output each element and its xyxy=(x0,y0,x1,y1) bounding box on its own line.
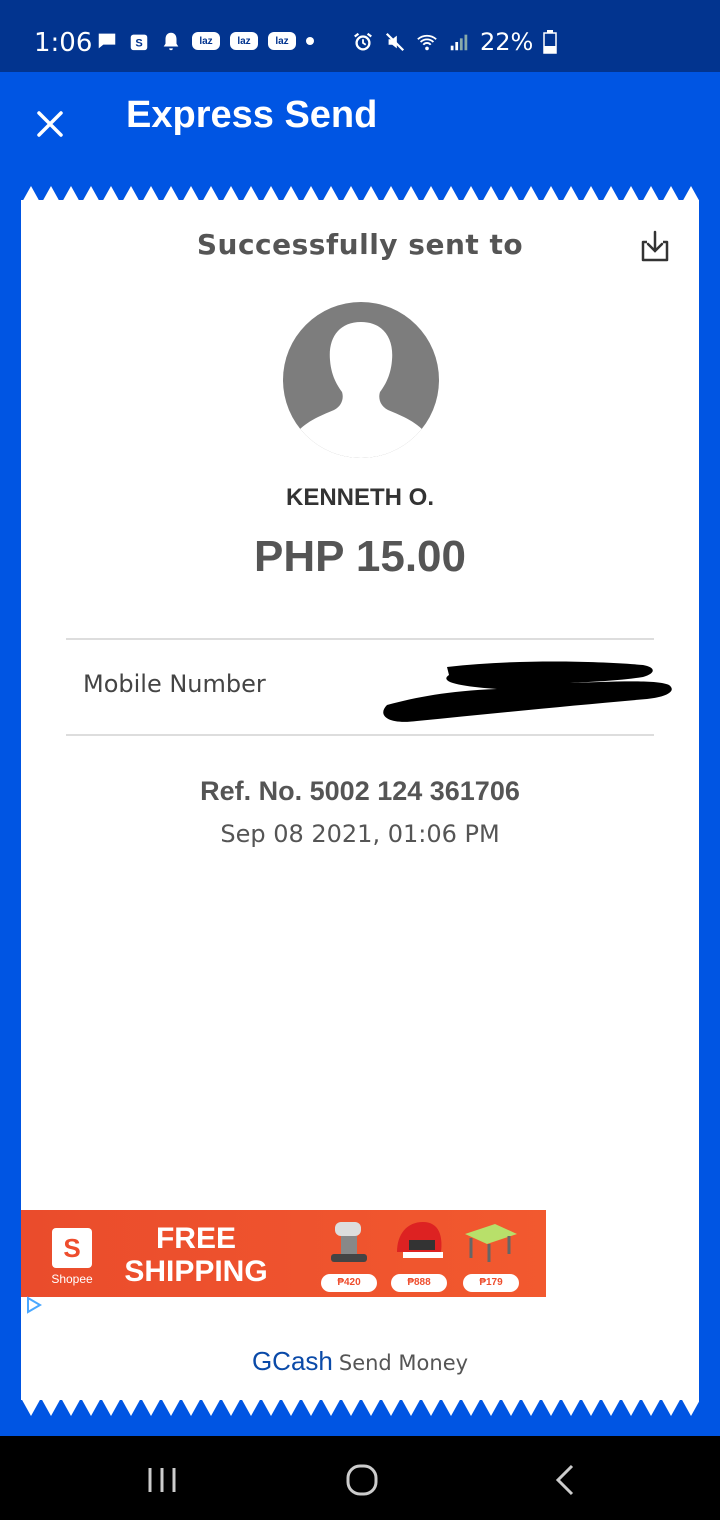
shopee-ad-banner[interactable]: S Shopee FREE SHIPPING ₱420 ₱888 ₱179 xyxy=(21,1210,546,1297)
avatar xyxy=(283,302,439,458)
mobile-number-label: Mobile Number xyxy=(83,670,266,698)
more-notifications-dot-icon xyxy=(306,37,314,45)
mute-icon xyxy=(385,32,405,52)
ad-price: ₱888 xyxy=(391,1274,447,1292)
stand-mixer-product-image xyxy=(331,1222,367,1262)
message-icon xyxy=(98,33,116,49)
svg-text:S: S xyxy=(135,38,142,50)
alarm-icon xyxy=(354,32,372,51)
notification-icons: S laz laz laz xyxy=(96,30,314,52)
bell-icon xyxy=(163,32,179,51)
recipient-name: KENNETH O. xyxy=(285,484,434,511)
receipt-bottom-edge xyxy=(21,1398,699,1416)
battery-percent: 22% xyxy=(480,28,534,56)
home-icon[interactable] xyxy=(342,1460,382,1500)
redacted-mobile-number xyxy=(383,661,672,722)
ad-headline: FREE SHIPPING xyxy=(121,1222,271,1288)
person-silhouette-icon xyxy=(294,322,428,458)
shopping-bag-icon: S xyxy=(52,1228,92,1268)
helmet-product-image xyxy=(397,1222,443,1258)
lazada-icon: laz xyxy=(268,32,296,50)
success-heading: Successfully sent to xyxy=(196,228,524,261)
status-bar: 1:06 S laz laz laz 22% xyxy=(0,0,720,72)
back-icon[interactable] xyxy=(546,1460,586,1500)
recent-apps-icon[interactable] xyxy=(142,1460,182,1500)
footer-subtitle: Send Money xyxy=(338,1351,469,1375)
adchoices-icon[interactable] xyxy=(23,1295,45,1315)
laptop-table-product-image xyxy=(465,1224,517,1262)
ad-headline-line1: FREE xyxy=(155,1222,236,1255)
divider xyxy=(66,638,654,640)
battery-icon xyxy=(543,30,558,54)
divider xyxy=(66,734,654,736)
system-icons: 22% xyxy=(352,28,558,56)
gcash-brand: GCash xyxy=(251,1346,333,1376)
wifi-icon xyxy=(417,34,437,51)
close-icon[interactable] xyxy=(30,104,70,144)
receipt-card: Successfully sent to KENNETH O. PHP 15.0… xyxy=(21,200,699,1400)
page-title: Express Send xyxy=(126,94,378,136)
amount: PHP 15.00 xyxy=(253,532,466,581)
ad-price: ₱179 xyxy=(463,1274,519,1292)
ad-brand: Shopee xyxy=(51,1272,93,1286)
system-navigation-bar xyxy=(0,1436,720,1520)
signal-icon xyxy=(450,34,468,51)
receipt-footer: GCash Send Money xyxy=(21,1346,699,1377)
lazada-icon: laz xyxy=(192,32,220,50)
shopee-logo: S Shopee xyxy=(37,1222,107,1292)
transaction-datetime: Sep 08 2021, 01:06 PM xyxy=(220,820,500,848)
ad-headline-line2: SHIPPING xyxy=(124,1255,268,1288)
lazada-icon: laz xyxy=(230,32,258,50)
download-icon[interactable] xyxy=(637,228,673,264)
shopee-notification-icon: S xyxy=(130,34,148,51)
status-time: 1:06 xyxy=(34,28,93,58)
reference-number: Ref. No. 5002 124 361706 xyxy=(200,776,520,806)
app-bar: Express Send xyxy=(0,72,720,172)
ad-price: ₱420 xyxy=(321,1274,377,1292)
